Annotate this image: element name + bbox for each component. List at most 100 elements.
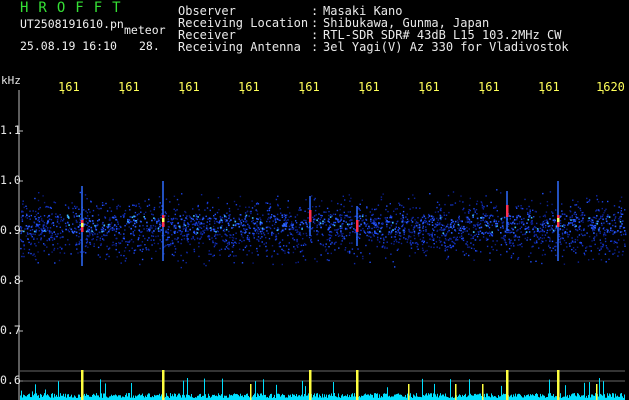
noise-pixel: [559, 239, 562, 241]
activity-bar: [462, 394, 463, 400]
noise-pixel: [67, 221, 69, 224]
noise-pixel: [547, 225, 550, 228]
noise-pixel: [291, 221, 293, 223]
noise-pixel: [475, 233, 478, 235]
noise-pixel: [590, 250, 592, 252]
noise-pixel: [546, 221, 549, 223]
noise-pixel: [588, 219, 590, 222]
noise-pixel: [133, 219, 135, 221]
noise-pixel: [172, 242, 174, 245]
noise-pixel: [263, 243, 265, 245]
noise-pixel: [25, 235, 28, 237]
noise-pixel: [359, 209, 361, 211]
noise-pixel: [607, 200, 609, 203]
noise-pixel: [60, 216, 62, 218]
noise-pixel: [433, 229, 435, 232]
noise-pixel: [276, 213, 279, 216]
noise-pixel: [613, 219, 616, 221]
activity-bar: [564, 396, 565, 400]
activity-bar: [352, 393, 353, 400]
noise-pixel: [305, 244, 307, 246]
noise-pixel: [256, 247, 258, 250]
noise-pixel: [507, 223, 510, 226]
activity-bar: [481, 395, 482, 400]
noise-pixel: [549, 218, 551, 220]
noise-pixel: [425, 229, 427, 231]
noise-pixel: [83, 209, 85, 211]
noise-pixel: [273, 250, 275, 252]
noise-pixel: [148, 249, 150, 251]
noise-pixel: [293, 246, 295, 248]
noise-pixel: [55, 213, 57, 215]
activity-bar: [172, 394, 173, 400]
noise-pixel: [329, 216, 332, 218]
noise-pixel: [109, 225, 112, 227]
noise-pixel: [248, 225, 250, 227]
noise-pixel: [570, 242, 572, 244]
noise-pixel: [617, 239, 620, 241]
noise-pixel: [53, 247, 56, 250]
noise-pixel: [53, 238, 56, 240]
activity-bar: [208, 393, 209, 400]
noise-pixel: [151, 244, 153, 246]
noise-pixel: [380, 227, 382, 230]
noise-pixel: [462, 231, 464, 233]
noise-pixel: [109, 217, 111, 219]
noise-pixel: [602, 214, 604, 216]
noise-pixel: [466, 219, 468, 221]
noise-pixel: [120, 226, 122, 228]
noise-pixel: [489, 252, 491, 254]
noise-pixel: [340, 217, 342, 219]
noise-pixel: [45, 206, 47, 208]
noise-pixel: [578, 228, 581, 230]
noise-pixel: [210, 229, 212, 232]
activity-bar: [468, 395, 469, 400]
noise-pixel: [247, 223, 249, 226]
noise-pixel: [153, 239, 155, 241]
noise-pixel: [61, 229, 63, 231]
activity-bar: [180, 395, 181, 400]
noise-pixel: [369, 261, 371, 263]
noise-pixel: [492, 215, 494, 217]
noise-pixel: [534, 242, 536, 244]
noise-pixel: [248, 206, 250, 208]
noise-pixel: [71, 230, 74, 233]
noise-pixel: [76, 221, 79, 223]
noise-pixel: [413, 232, 416, 234]
noise-pixel: [562, 237, 564, 240]
noise-pixel: [165, 198, 168, 200]
noise-pixel: [361, 220, 363, 222]
noise-pixel: [325, 243, 327, 245]
noise-pixel: [468, 204, 471, 206]
activity-bar: [560, 393, 561, 400]
noise-pixel: [268, 209, 271, 212]
activity-bar: [284, 395, 285, 400]
noise-pixel: [226, 219, 228, 222]
noise-pixel: [524, 228, 527, 230]
noise-pixel: [607, 248, 609, 250]
activity-bar: [215, 395, 216, 400]
activity-bar: [515, 393, 516, 400]
noise-pixel: [470, 247, 473, 249]
noise-pixel: [282, 249, 284, 252]
noise-pixel: [168, 236, 170, 238]
noise-pixel: [561, 225, 564, 227]
noise-pixel: [573, 220, 575, 222]
activity-bar: [615, 393, 616, 400]
noise-pixel: [541, 230, 544, 233]
noise-pixel: [109, 223, 112, 226]
noise-pixel: [292, 251, 295, 254]
noise-pixel: [100, 207, 102, 210]
noise-pixel: [316, 224, 318, 226]
noise-pixel: [220, 218, 222, 220]
noise-pixel: [530, 252, 532, 254]
noise-pixel: [431, 235, 433, 238]
noise-pixel: [531, 246, 533, 248]
noise-pixel: [369, 211, 371, 213]
noise-pixel: [593, 229, 596, 231]
activity-bar: [444, 396, 445, 400]
noise-pixel: [479, 223, 482, 225]
activity-bar: [386, 393, 387, 400]
activity-bar: [298, 395, 299, 400]
noise-pixel: [373, 226, 376, 229]
